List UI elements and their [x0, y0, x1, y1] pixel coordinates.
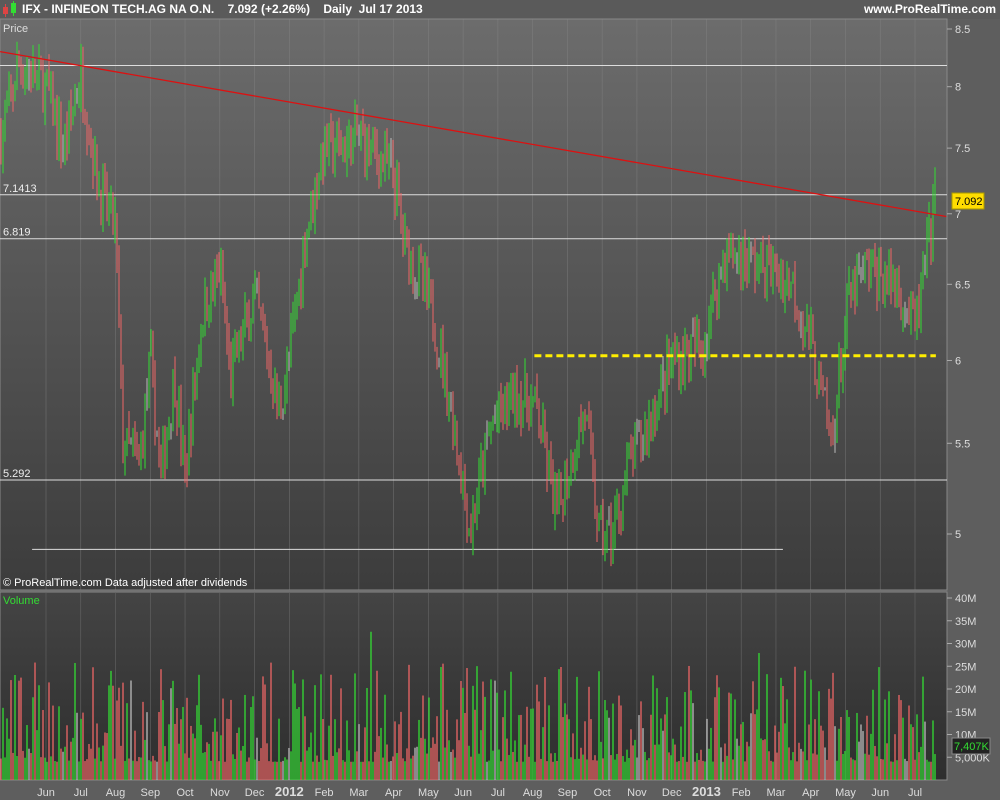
volume-tick-label: 15M	[955, 707, 976, 719]
x-tick-label: Jul	[74, 787, 88, 799]
x-tick-label: Mar	[349, 787, 368, 799]
current-volume: 7,407K	[954, 741, 990, 753]
x-tick-label: Apr	[385, 787, 402, 799]
x-tick-label: Feb	[732, 787, 751, 799]
x-tick-label: Apr	[802, 787, 819, 799]
price-tick-label: 7.5	[955, 143, 970, 155]
x-tick-label: 2013	[692, 784, 721, 799]
x-tick-label: Nov	[210, 787, 230, 799]
current-price: 7.092	[955, 196, 983, 208]
volume-tick-label: 30M	[955, 639, 976, 651]
volume-label: Volume	[3, 595, 40, 607]
x-tick-label: Jul	[908, 787, 922, 799]
price-tick-label: 8	[955, 82, 961, 94]
price-tick-label: 6	[955, 355, 961, 367]
x-tick-label: Jun	[37, 787, 55, 799]
x-tick-label: May	[835, 787, 856, 799]
x-tick-label: Feb	[315, 787, 334, 799]
copyright-note: © ProRealTime.com Data adjusted after di…	[3, 577, 248, 589]
volume-tick-label: 20M	[955, 684, 976, 696]
price-tick-label: 8.5	[955, 24, 970, 36]
price-volume-chart[interactable]: 7.1413 6.819 5.292 Jun Jul Aug Sep Oct Nov Dec 201…	[0, 0, 1000, 800]
volume-tick-label: 25M	[955, 661, 976, 673]
x-tick-label: May	[418, 787, 439, 799]
x-tick-label: Oct	[176, 787, 193, 799]
x-tick-label: Sep	[140, 787, 160, 799]
x-tick-label: Oct	[594, 787, 611, 799]
x-tick-label: 2012	[275, 784, 304, 799]
x-tick-label: Aug	[106, 787, 126, 799]
x-tick-label: Sep	[558, 787, 578, 799]
price-label: Price	[3, 23, 28, 35]
x-tick-label: Dec	[245, 787, 265, 799]
x-tick-label: Mar	[766, 787, 785, 799]
level-label: 6.819	[3, 227, 31, 239]
x-tick-label: Nov	[627, 787, 647, 799]
x-tick-label: Jul	[491, 787, 505, 799]
x-tick-label: Jun	[454, 787, 472, 799]
x-tick-label: Aug	[523, 787, 543, 799]
level-label: 5.292	[3, 468, 31, 480]
level-label: 7.1413	[3, 183, 37, 195]
volume-tick-label: 40M	[955, 593, 976, 605]
price-tick-label: 6.5	[955, 279, 970, 291]
x-tick-label: Jun	[871, 787, 889, 799]
price-tick-label: 5	[955, 529, 961, 541]
x-tick-label: Dec	[662, 787, 682, 799]
price-tick-label: 7	[955, 209, 961, 221]
price-tick-label: 5.5	[955, 438, 970, 450]
volume-tick-label: 35M	[955, 616, 976, 628]
